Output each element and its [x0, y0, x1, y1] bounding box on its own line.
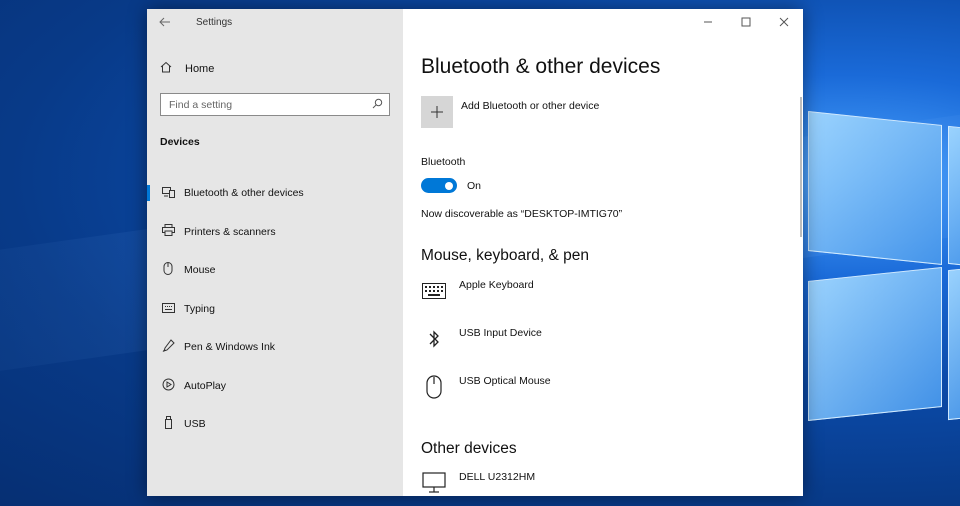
plus-icon — [421, 96, 453, 128]
bluetooth-toggle[interactable] — [421, 178, 457, 193]
home-label: Home — [185, 62, 215, 75]
page-title: Bluetooth & other devices — [421, 55, 661, 78]
sidebar-item-pen[interactable]: Pen & Windows Ink — [147, 328, 403, 367]
sidebar-item-label: Typing — [184, 302, 215, 315]
mouse-icon — [421, 374, 447, 400]
windows-logo-pane — [948, 125, 960, 269]
sidebar-item-label: Printers & scanners — [184, 225, 276, 238]
keyboard-icon — [159, 302, 177, 316]
sidebar-item-usb[interactable]: USB — [147, 405, 403, 444]
search-input[interactable] — [169, 98, 359, 111]
add-device-button[interactable]: Add Bluetooth or other device — [421, 96, 599, 128]
bluetooth-devices-icon — [159, 186, 177, 201]
minimize-button[interactable] — [689, 9, 727, 35]
windows-logo-pane — [808, 266, 942, 422]
settings-window: Settings Home Devices Bluetooth & other … — [147, 9, 803, 496]
sidebar-item-label: Mouse — [184, 264, 216, 277]
device-name: USB Optical Mouse — [459, 375, 551, 387]
content-pane: Bluetooth & other devices Add Bluetooth … — [403, 9, 803, 496]
sidebar: Settings Home Devices Bluetooth & other … — [147, 9, 403, 496]
home-nav-item[interactable]: Home — [160, 61, 214, 76]
sidebar-item-typing[interactable]: Typing — [147, 290, 403, 329]
printer-icon — [159, 224, 177, 239]
usb-icon — [159, 416, 177, 432]
maximize-button[interactable] — [727, 9, 765, 35]
discoverable-text: Now discoverable as “DESKTOP-IMTIG70” — [421, 208, 623, 220]
sidebar-item-bluetooth[interactable]: Bluetooth & other devices — [147, 174, 403, 213]
device-name: DELL U2312HM — [459, 471, 536, 483]
device-item[interactable]: Apple Keyboard — [421, 278, 534, 304]
sidebar-item-mouse[interactable]: Mouse — [147, 251, 403, 290]
keyboard-icon — [421, 278, 447, 304]
mouse-keyboard-pen-heading: Mouse, keyboard, & pen — [421, 247, 590, 264]
bluetooth-icon — [421, 326, 447, 352]
device-name: Apple Keyboard — [459, 279, 534, 291]
device-item[interactable]: DELL U2312HM — [421, 470, 535, 496]
windows-logo-pane — [948, 265, 960, 421]
back-arrow-icon[interactable] — [147, 9, 183, 35]
section-label: Devices — [160, 136, 200, 148]
search-icon[interactable] — [372, 98, 383, 112]
sidebar-item-label: AutoPlay — [184, 379, 227, 392]
scrollbar[interactable] — [800, 97, 802, 237]
pen-icon — [159, 339, 177, 355]
window-controls — [689, 9, 803, 35]
close-button[interactable] — [765, 9, 803, 35]
device-item[interactable]: USB Optical Mouse — [421, 374, 551, 400]
bluetooth-toggle-row: On — [421, 178, 481, 193]
sidebar-item-label: Bluetooth & other devices — [184, 187, 304, 200]
bluetooth-state: On — [467, 179, 482, 192]
nav-list: Bluetooth & other devices Printers & sca… — [147, 174, 403, 444]
search-box[interactable] — [160, 93, 390, 116]
autoplay-icon — [159, 378, 177, 394]
monitor-icon — [421, 470, 447, 496]
sidebar-item-label: USB — [184, 418, 206, 431]
sidebar-item-printers[interactable]: Printers & scanners — [147, 213, 403, 252]
home-icon — [160, 61, 178, 76]
bluetooth-label: Bluetooth — [421, 156, 466, 168]
sidebar-item-autoplay[interactable]: AutoPlay — [147, 367, 403, 406]
titlebar: Settings — [147, 9, 403, 35]
other-devices-heading: Other devices — [421, 440, 517, 457]
device-name: USB Input Device — [459, 327, 542, 339]
mouse-icon — [159, 262, 177, 278]
window-title: Settings — [196, 16, 233, 28]
device-item[interactable]: USB Input Device — [421, 326, 542, 352]
add-device-label: Add Bluetooth or other device — [461, 100, 600, 112]
sidebar-item-label: Pen & Windows Ink — [184, 341, 276, 354]
windows-logo-pane — [808, 110, 942, 266]
toggle-knob — [445, 181, 453, 190]
